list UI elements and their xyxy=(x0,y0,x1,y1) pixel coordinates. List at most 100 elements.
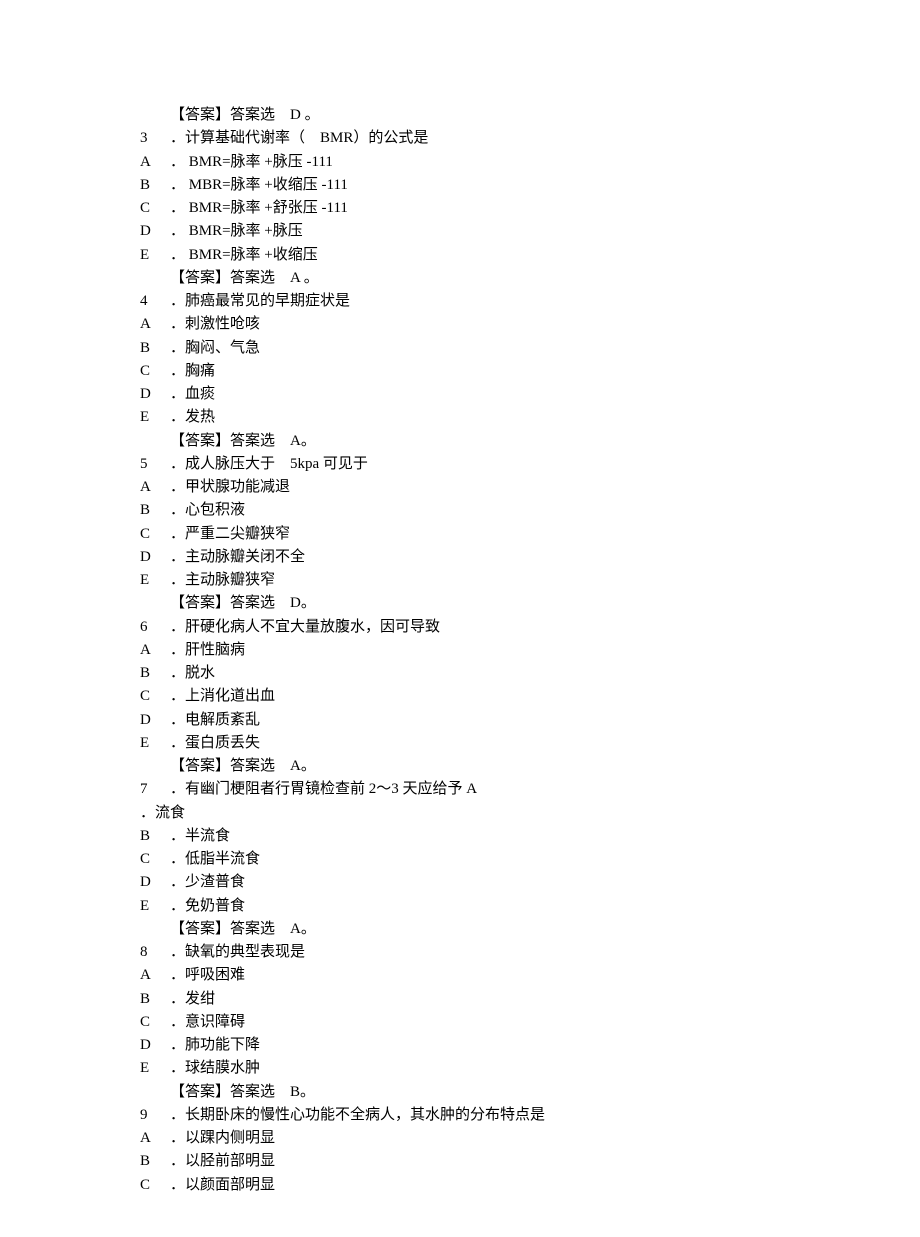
q9-number: 9 xyxy=(140,1104,170,1127)
option-text: ．主动脉瓣狭窄 xyxy=(170,569,780,592)
option-text: ．刺激性呛咳 xyxy=(170,313,780,336)
option-key: C xyxy=(140,523,170,546)
option-key: C xyxy=(140,685,170,708)
q3-option-b: B ． MBR=脉率 +收缩压 -111 xyxy=(140,174,780,197)
q4-option-d: D ．血痰 xyxy=(140,383,780,406)
q6-option-e: E ．蛋白质丢失 xyxy=(140,732,780,755)
option-text: ． MBR=脉率 +收缩压 -111 xyxy=(170,174,780,197)
option-text: ．以胫前部明显 xyxy=(170,1150,780,1173)
option-key: A xyxy=(140,476,170,499)
option-text: ．严重二尖瓣狭窄 xyxy=(170,523,780,546)
q6-number: 6 xyxy=(140,616,170,639)
option-text: ．意识障碍 xyxy=(170,1011,780,1034)
option-text: ．蛋白质丢失 xyxy=(170,732,780,755)
option-text: ．免奶普食 xyxy=(170,895,780,918)
q9-stem-text: ．长期卧床的慢性心功能不全病人，其水肿的分布特点是 xyxy=(170,1104,780,1127)
q8-answer: 【答案】答案选 B。 xyxy=(140,1081,780,1104)
option-key: E xyxy=(140,1057,170,1080)
option-text: ．脱水 xyxy=(170,662,780,685)
q3-option-c: C ． BMR=脉率 +舒张压 -111 xyxy=(140,197,780,220)
q5-answer: 【答案】答案选 D。 xyxy=(140,592,780,615)
q4-stem-text: ．肺癌最常见的早期症状是 xyxy=(170,290,780,313)
document-page: 【答案】答案选 D 。 3 ．计算基础代谢率（ BMR）的公式是 A ． BMR… xyxy=(0,0,780,1237)
option-key: A xyxy=(140,151,170,174)
option-key: A xyxy=(140,964,170,987)
option-key: D xyxy=(140,1034,170,1057)
option-text: ．发热 xyxy=(170,406,780,429)
q6-option-a: A ．肝性脑病 xyxy=(140,639,780,662)
option-text: ．低脂半流食 xyxy=(170,848,780,871)
q7-answer: 【答案】答案选 A。 xyxy=(140,918,780,941)
q8-number: 8 xyxy=(140,941,170,964)
q9-stem: 9 ．长期卧床的慢性心功能不全病人，其水肿的分布特点是 xyxy=(140,1104,780,1127)
q4-option-e: E ．发热 xyxy=(140,406,780,429)
q4-option-a: A ．刺激性呛咳 xyxy=(140,313,780,336)
q7-option-b: B ．半流食 xyxy=(140,825,780,848)
option-key: D xyxy=(140,383,170,406)
q7-option-a: ．流食 xyxy=(140,802,780,825)
q9-option-a: A ．以踝内侧明显 xyxy=(140,1127,780,1150)
q8-option-e: E ．球结膜水肿 xyxy=(140,1057,780,1080)
option-text: ．上消化道出血 xyxy=(170,685,780,708)
q5-option-b: B ．心包积液 xyxy=(140,499,780,522)
q8-option-c: C ．意识障碍 xyxy=(140,1011,780,1034)
option-key: D xyxy=(140,709,170,732)
q4-answer: 【答案】答案选 A。 xyxy=(140,430,780,453)
q6-option-c: C ．上消化道出血 xyxy=(140,685,780,708)
option-key: C xyxy=(140,1174,170,1197)
option-key: C xyxy=(140,360,170,383)
q7-option-d: D ．少渣普食 xyxy=(140,871,780,894)
option-text: ．以颜面部明显 xyxy=(170,1174,780,1197)
q5-stem: 5 ．成人脉压大于 5kpa 可见于 xyxy=(140,453,780,476)
option-key: C xyxy=(140,848,170,871)
option-text: ．以踝内侧明显 xyxy=(170,1127,780,1150)
q5-option-a: A ．甲状腺功能减退 xyxy=(140,476,780,499)
option-key: C xyxy=(140,197,170,220)
option-text: ．半流食 xyxy=(170,825,780,848)
option-text: ．呼吸困难 xyxy=(170,964,780,987)
q4-stem: 4 ．肺癌最常见的早期症状是 xyxy=(140,290,780,313)
q9-option-c: C ．以颜面部明显 xyxy=(140,1174,780,1197)
option-text: ．肝性脑病 xyxy=(170,639,780,662)
option-key: A xyxy=(140,639,170,662)
q5-option-d: D ．主动脉瓣关闭不全 xyxy=(140,546,780,569)
option-key: E xyxy=(140,732,170,755)
option-text: ．胸闷、气急 xyxy=(170,337,780,360)
option-key: D xyxy=(140,546,170,569)
option-key: B xyxy=(140,1150,170,1173)
q5-option-c: C ．严重二尖瓣狭窄 xyxy=(140,523,780,546)
option-text: ．主动脉瓣关闭不全 xyxy=(170,546,780,569)
q6-stem-text: ．肝硬化病人不宜大量放腹水，因可导致 xyxy=(170,616,780,639)
q4-option-c: C ．胸痛 xyxy=(140,360,780,383)
option-key: E xyxy=(140,244,170,267)
option-text: ．胸痛 xyxy=(170,360,780,383)
q4-option-b: B ．胸闷、气急 xyxy=(140,337,780,360)
q3-option-e: E ． BMR=脉率 +收缩压 xyxy=(140,244,780,267)
option-text: ．肺功能下降 xyxy=(170,1034,780,1057)
option-text: ．发绀 xyxy=(170,988,780,1011)
q9-option-b: B ．以胫前部明显 xyxy=(140,1150,780,1173)
option-text: ．球结膜水肿 xyxy=(170,1057,780,1080)
option-key: E xyxy=(140,895,170,918)
q6-option-d: D ．电解质紊乱 xyxy=(140,709,780,732)
q8-option-a: A ．呼吸困难 xyxy=(140,964,780,987)
option-key: E xyxy=(140,569,170,592)
q7-stem-text: ．有幽门梗阻者行胃镜检查前 2～3 天应给予 A xyxy=(170,778,780,801)
option-text: ．少渣普食 xyxy=(170,871,780,894)
option-key: B xyxy=(140,825,170,848)
option-text: ．电解质紊乱 xyxy=(170,709,780,732)
q7-option-c: C ．低脂半流食 xyxy=(140,848,780,871)
option-key: B xyxy=(140,499,170,522)
q3-stem-text: ．计算基础代谢率（ BMR）的公式是 xyxy=(170,127,780,150)
option-key: D xyxy=(140,220,170,243)
option-key: D xyxy=(140,871,170,894)
q5-number: 5 xyxy=(140,453,170,476)
q5-stem-text: ．成人脉压大于 5kpa 可见于 xyxy=(170,453,780,476)
q4-number: 4 xyxy=(140,290,170,313)
q7-number: 7 xyxy=(140,778,170,801)
q2-answer: 【答案】答案选 D 。 xyxy=(140,104,780,127)
q7-option-e: E ．免奶普食 xyxy=(140,895,780,918)
q8-stem: 8 ．缺氧的典型表现是 xyxy=(140,941,780,964)
option-text: ． BMR=脉率 +舒张压 -111 xyxy=(170,197,780,220)
q8-option-d: D ．肺功能下降 xyxy=(140,1034,780,1057)
